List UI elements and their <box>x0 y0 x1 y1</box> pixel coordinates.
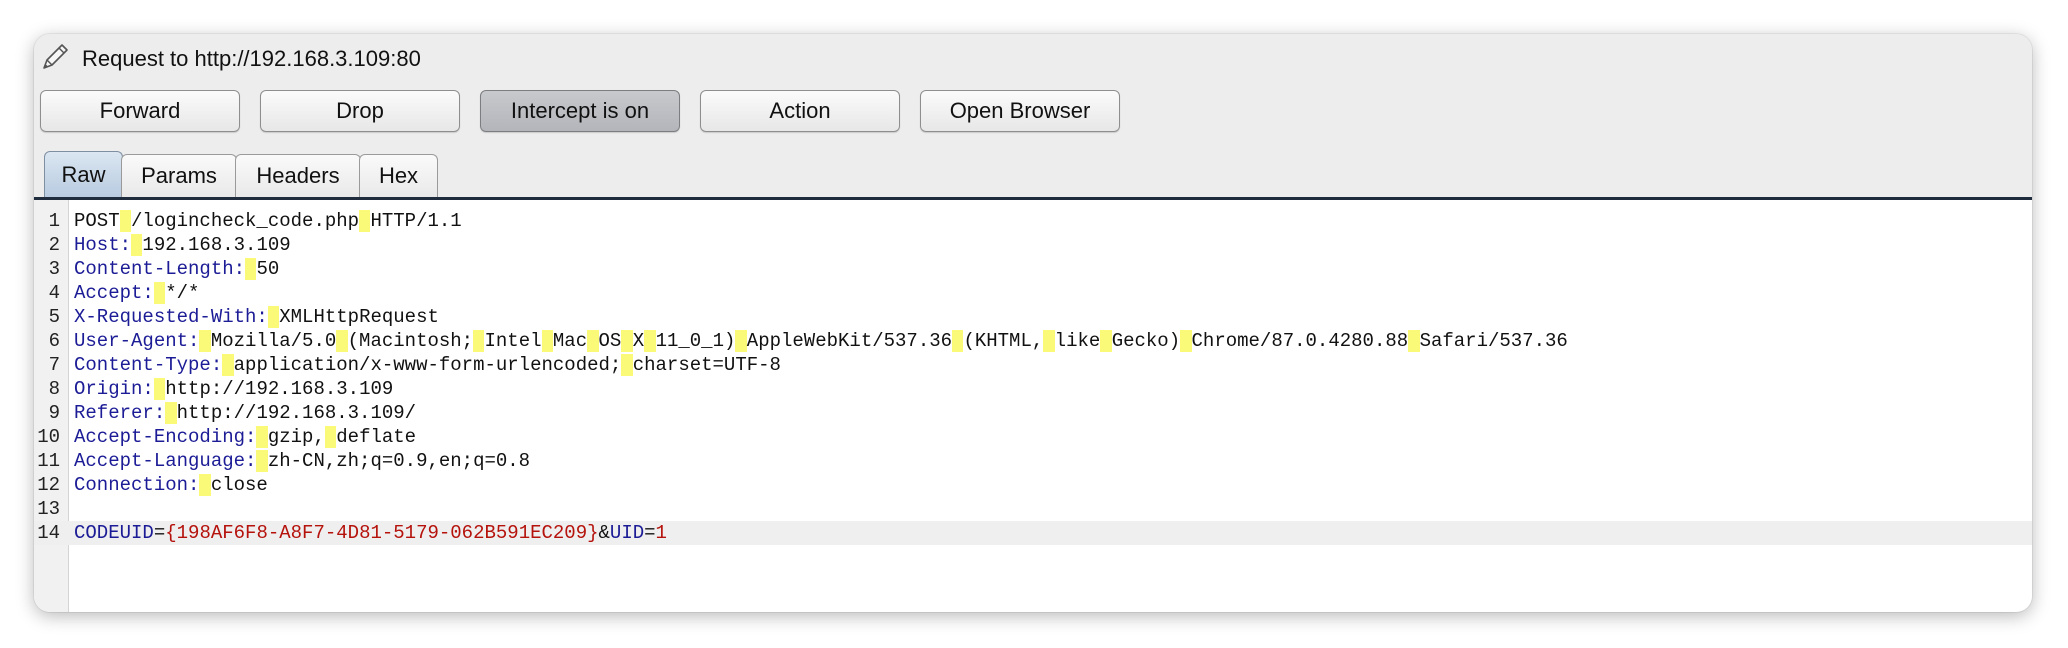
request-line: 2 Host: 192.168.3.109 <box>34 233 2032 257</box>
line-text: POST /logincheck_code.php HTTP/1.1 <box>74 210 462 232</box>
line-number: 4 <box>48 282 60 304</box>
request-line: 11 Accept-Language: zh-CN,zh;q=0.9,en;q=0… <box>34 449 2032 473</box>
line-text: Origin: http://192.168.3.109 <box>74 378 394 400</box>
line-text: Connection: close <box>74 474 268 496</box>
drop-button[interactable]: Drop <box>260 90 460 132</box>
line-number: 3 <box>48 258 60 280</box>
line-number: 13 <box>37 498 60 520</box>
line-number: 6 <box>48 330 60 352</box>
request-line: 3 Content-Length: 50 <box>34 257 2032 281</box>
request-line: 1 POST /logincheck_code.php HTTP/1.1 <box>34 209 2032 233</box>
raw-request-editor[interactable]: 1 POST /logincheck_code.php HTTP/1.1 2 Host… <box>34 200 2032 612</box>
request-line: 10 Accept-Encoding: gzip, deflate <box>34 425 2032 449</box>
tab-hex[interactable]: Hex <box>359 154 438 197</box>
line-text: Host: 192.168.3.109 <box>74 234 291 256</box>
request-line: 7 Content-Type: application/x-www-form-ur… <box>34 353 2032 377</box>
line-text: Accept-Language: zh-CN,zh;q=0.9,en;q=0.8 <box>74 450 531 472</box>
request-line: 6 User-Agent: Mozilla/5.0 (Macintosh; Int… <box>34 329 2032 353</box>
tab-params[interactable]: Params <box>121 154 237 197</box>
request-line: 5 X-Requested-With: XMLHttpRequest <box>34 305 2032 329</box>
forward-button[interactable]: Forward <box>40 90 240 132</box>
intercept-toggle-button[interactable]: Intercept is on <box>480 90 680 132</box>
line-text: Referer: http://192.168.3.109/ <box>74 402 417 424</box>
line-number: 2 <box>48 234 60 256</box>
request-line: 4 Accept: */* <box>34 281 2032 305</box>
line-number: 1 <box>48 210 60 232</box>
line-number: 12 <box>37 474 60 496</box>
request-line: 14 CODEUID={198AF6F8-A8F7-4D81-5179-062B5… <box>34 521 2032 545</box>
pencil-icon <box>43 44 68 69</box>
intercept-window: Request to http://192.168.3.109:80 Forwa… <box>34 34 2032 612</box>
line-text: CODEUID={198AF6F8-A8F7-4D81-5179-062B591… <box>74 522 667 544</box>
line-text: User-Agent: Mozilla/5.0 (Macintosh; Inte… <box>74 330 1568 352</box>
title-bar: Request to http://192.168.3.109:80 <box>34 34 2032 84</box>
line-text: X-Requested-With: XMLHttpRequest <box>74 306 439 328</box>
line-text: Accept-Encoding: gzip, deflate <box>74 426 417 448</box>
request-line: 8 Origin: http://192.168.3.109 <box>34 377 2032 401</box>
line-number: 11 <box>37 450 60 472</box>
request-line: 9 Referer: http://192.168.3.109/ <box>34 401 2032 425</box>
action-button[interactable]: Action <box>700 90 900 132</box>
line-text: Content-Length: 50 <box>74 258 280 280</box>
line-text: Content-Type: application/x-www-form-url… <box>74 354 781 376</box>
open-browser-button[interactable]: Open Browser <box>920 90 1120 132</box>
line-number: 8 <box>48 378 60 400</box>
request-line: 13 <box>34 497 2032 521</box>
line-number: 5 <box>48 306 60 328</box>
tab-headers[interactable]: Headers <box>235 154 361 197</box>
request-line: 12 Connection: close <box>34 473 2032 497</box>
line-text: Accept: */* <box>74 282 200 304</box>
line-number: 10 <box>37 426 60 448</box>
window-title: Request to http://192.168.3.109:80 <box>82 46 421 71</box>
line-number: 7 <box>48 354 60 376</box>
line-number: 14 <box>37 522 60 544</box>
line-number: 9 <box>48 402 60 424</box>
tab-raw[interactable]: Raw <box>44 151 123 197</box>
